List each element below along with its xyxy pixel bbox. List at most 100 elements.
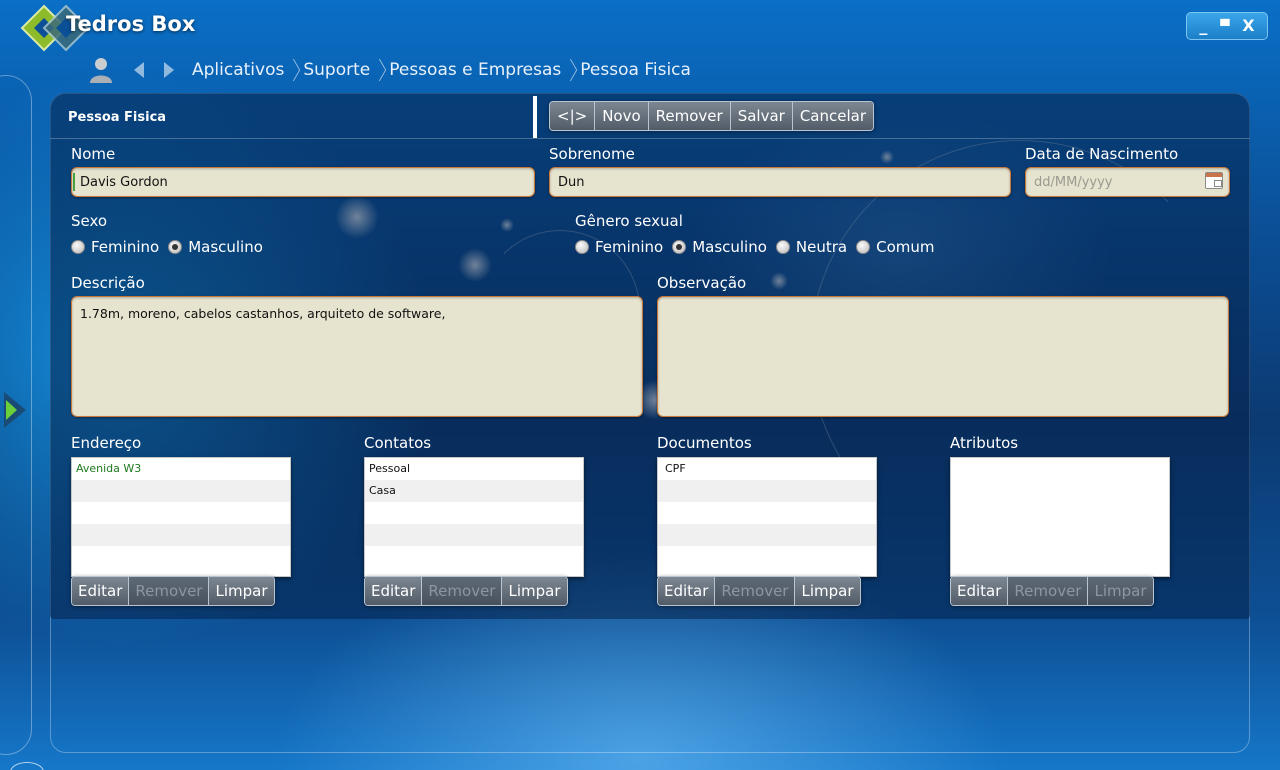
contatos-remove-button[interactable]: Remover: [422, 577, 503, 605]
cancel-button[interactable]: Cancelar: [792, 102, 874, 130]
app-title: Tedros Box: [66, 12, 196, 36]
back-arrow-icon[interactable]: [134, 62, 144, 78]
user-icon[interactable]: [88, 56, 114, 84]
list-item-empty: [365, 502, 583, 524]
nome-field[interactable]: Davis Gordon: [71, 167, 535, 197]
bottom-corner-ornament: [10, 762, 44, 770]
radio-dot: [856, 240, 871, 254]
descricao-textarea[interactable]: 1.78m, moreno, cabelos castanhos, arquit…: [71, 296, 643, 417]
atributos-buttons: Editar Remover Limpar: [950, 576, 1154, 606]
list-item-empty: [365, 524, 583, 546]
breadcrumb-item-suporte[interactable]: Suporte: [303, 60, 370, 80]
genero-option-feminino[interactable]: Feminino: [575, 238, 663, 256]
sobrenome-field[interactable]: Dun: [549, 167, 1011, 197]
documentos-clear-button[interactable]: Limpar: [795, 577, 860, 605]
descricao-value: 1.78m, moreno, cabelos castanhos, arquit…: [80, 306, 446, 321]
radio-dot-selected: [168, 240, 183, 254]
endereco-clear-button[interactable]: Limpar: [209, 577, 274, 605]
contatos-list[interactable]: Pessoal Casa: [364, 457, 584, 577]
radio-dot: [575, 240, 589, 254]
radio-dot-selected: [672, 240, 687, 254]
nascimento-field[interactable]: dd/MM/yyyy: [1025, 167, 1230, 197]
panel-title: Pessoa Fisica: [68, 110, 167, 125]
radio-label: Masculino: [188, 238, 263, 256]
nome-value: Davis Gordon: [80, 175, 168, 190]
endereco-label: Endereço: [71, 434, 142, 452]
documentos-edit-button[interactable]: Editar: [658, 577, 716, 605]
new-button[interactable]: Novo: [595, 102, 649, 130]
genero-label: Gênero sexual: [575, 212, 683, 230]
contatos-edit-button[interactable]: Editar: [365, 577, 423, 605]
radio-dot: [775, 240, 790, 254]
atributos-edit-button[interactable]: Editar: [951, 577, 1009, 605]
radio-label: Feminino: [595, 238, 664, 256]
toolbar: <|> Novo Remover Salvar Cancelar: [549, 101, 875, 131]
list-item-empty: [658, 524, 876, 546]
calendar-icon[interactable]: [1205, 172, 1223, 189]
list-item[interactable]: CPF: [658, 458, 876, 480]
sexo-option-feminino[interactable]: Feminino: [71, 238, 159, 256]
sobrenome-value: Dun: [558, 175, 585, 190]
contatos-label: Contatos: [364, 434, 432, 452]
genero-option-masculino[interactable]: Masculino: [672, 238, 767, 256]
save-button[interactable]: Salvar: [730, 102, 793, 130]
list-item-empty: [72, 524, 290, 546]
atributos-list[interactable]: [950, 457, 1170, 577]
nome-label: Nome: [71, 145, 116, 163]
list-item[interactable]: Pessoal: [365, 458, 583, 480]
observacao-label: Observação: [657, 274, 747, 292]
radio-label: Feminino: [91, 238, 160, 256]
nascimento-placeholder: dd/MM/yyyy: [1034, 175, 1113, 190]
sexo-option-masculino[interactable]: Masculino: [168, 238, 263, 256]
atributos-remove-button[interactable]: Remover: [1008, 577, 1089, 605]
contatos-clear-button[interactable]: Limpar: [502, 577, 567, 605]
sobrenome-label: Sobrenome: [549, 145, 635, 163]
genero-option-neutra[interactable]: Neutra: [775, 238, 848, 256]
list-item-empty: [72, 546, 290, 568]
breadcrumb-item-aplicativos[interactable]: Aplicativos: [192, 60, 284, 80]
list-item[interactable]: Avenida W3: [72, 458, 290, 480]
list-item-empty: [72, 480, 290, 502]
descricao-label: Descrição: [71, 274, 145, 292]
maximize-button[interactable]: ▀: [1220, 20, 1229, 32]
list-item-empty: [658, 546, 876, 568]
list-item-empty: [365, 546, 583, 568]
breadcrumb-item-pessoas-empresas[interactable]: Pessoas e Empresas: [389, 60, 561, 80]
endereco-remove-button[interactable]: Remover: [129, 577, 210, 605]
documentos-label: Documentos: [657, 434, 752, 452]
sexo-label: Sexo: [71, 212, 108, 230]
radio-label: Neutra: [795, 238, 848, 256]
endereco-edit-button[interactable]: Editar: [72, 577, 130, 605]
breadcrumb-separator: [374, 57, 383, 83]
documentos-buttons: Editar Remover Limpar: [657, 576, 861, 606]
list-item-empty: [658, 480, 876, 502]
window-controls: _ ▀ X: [1186, 12, 1268, 40]
genero-option-comum[interactable]: Comum: [856, 238, 935, 256]
list-item[interactable]: Casa: [365, 480, 583, 502]
toggle-view-button[interactable]: <|>: [550, 102, 596, 130]
contatos-buttons: Editar Remover Limpar: [364, 576, 568, 606]
text-caret: [73, 173, 75, 191]
header-divider: [533, 96, 537, 138]
radio-label: Masculino: [692, 238, 767, 256]
forward-arrow-icon[interactable]: [164, 62, 174, 78]
close-button[interactable]: X: [1242, 18, 1254, 34]
observacao-textarea[interactable]: [657, 296, 1229, 417]
endereco-buttons: Editar Remover Limpar: [71, 576, 275, 606]
breadcrumb-item-pessoa-fisica[interactable]: Pessoa Fisica: [580, 60, 691, 80]
documentos-remove-button[interactable]: Remover: [715, 577, 796, 605]
list-item-empty: [72, 502, 290, 524]
radio-label: Comum: [876, 238, 935, 256]
nascimento-label: Data de Nascimento: [1025, 145, 1179, 163]
radio-dot: [71, 240, 85, 254]
expand-menu-arrow-icon: [6, 400, 17, 420]
minimize-button[interactable]: _: [1199, 18, 1207, 34]
list-item-empty: [658, 502, 876, 524]
genero-radio-group: Feminino Masculino Neutra Comum: [575, 238, 944, 256]
breadcrumb: Aplicativos Suporte Pessoas e Empresas P…: [88, 56, 691, 84]
breadcrumb-separator: [565, 57, 574, 83]
documentos-list[interactable]: CPF: [657, 457, 877, 577]
endereco-list[interactable]: Avenida W3: [71, 457, 291, 577]
atributos-clear-button[interactable]: Limpar: [1088, 577, 1153, 605]
remove-button[interactable]: Remover: [648, 102, 731, 130]
